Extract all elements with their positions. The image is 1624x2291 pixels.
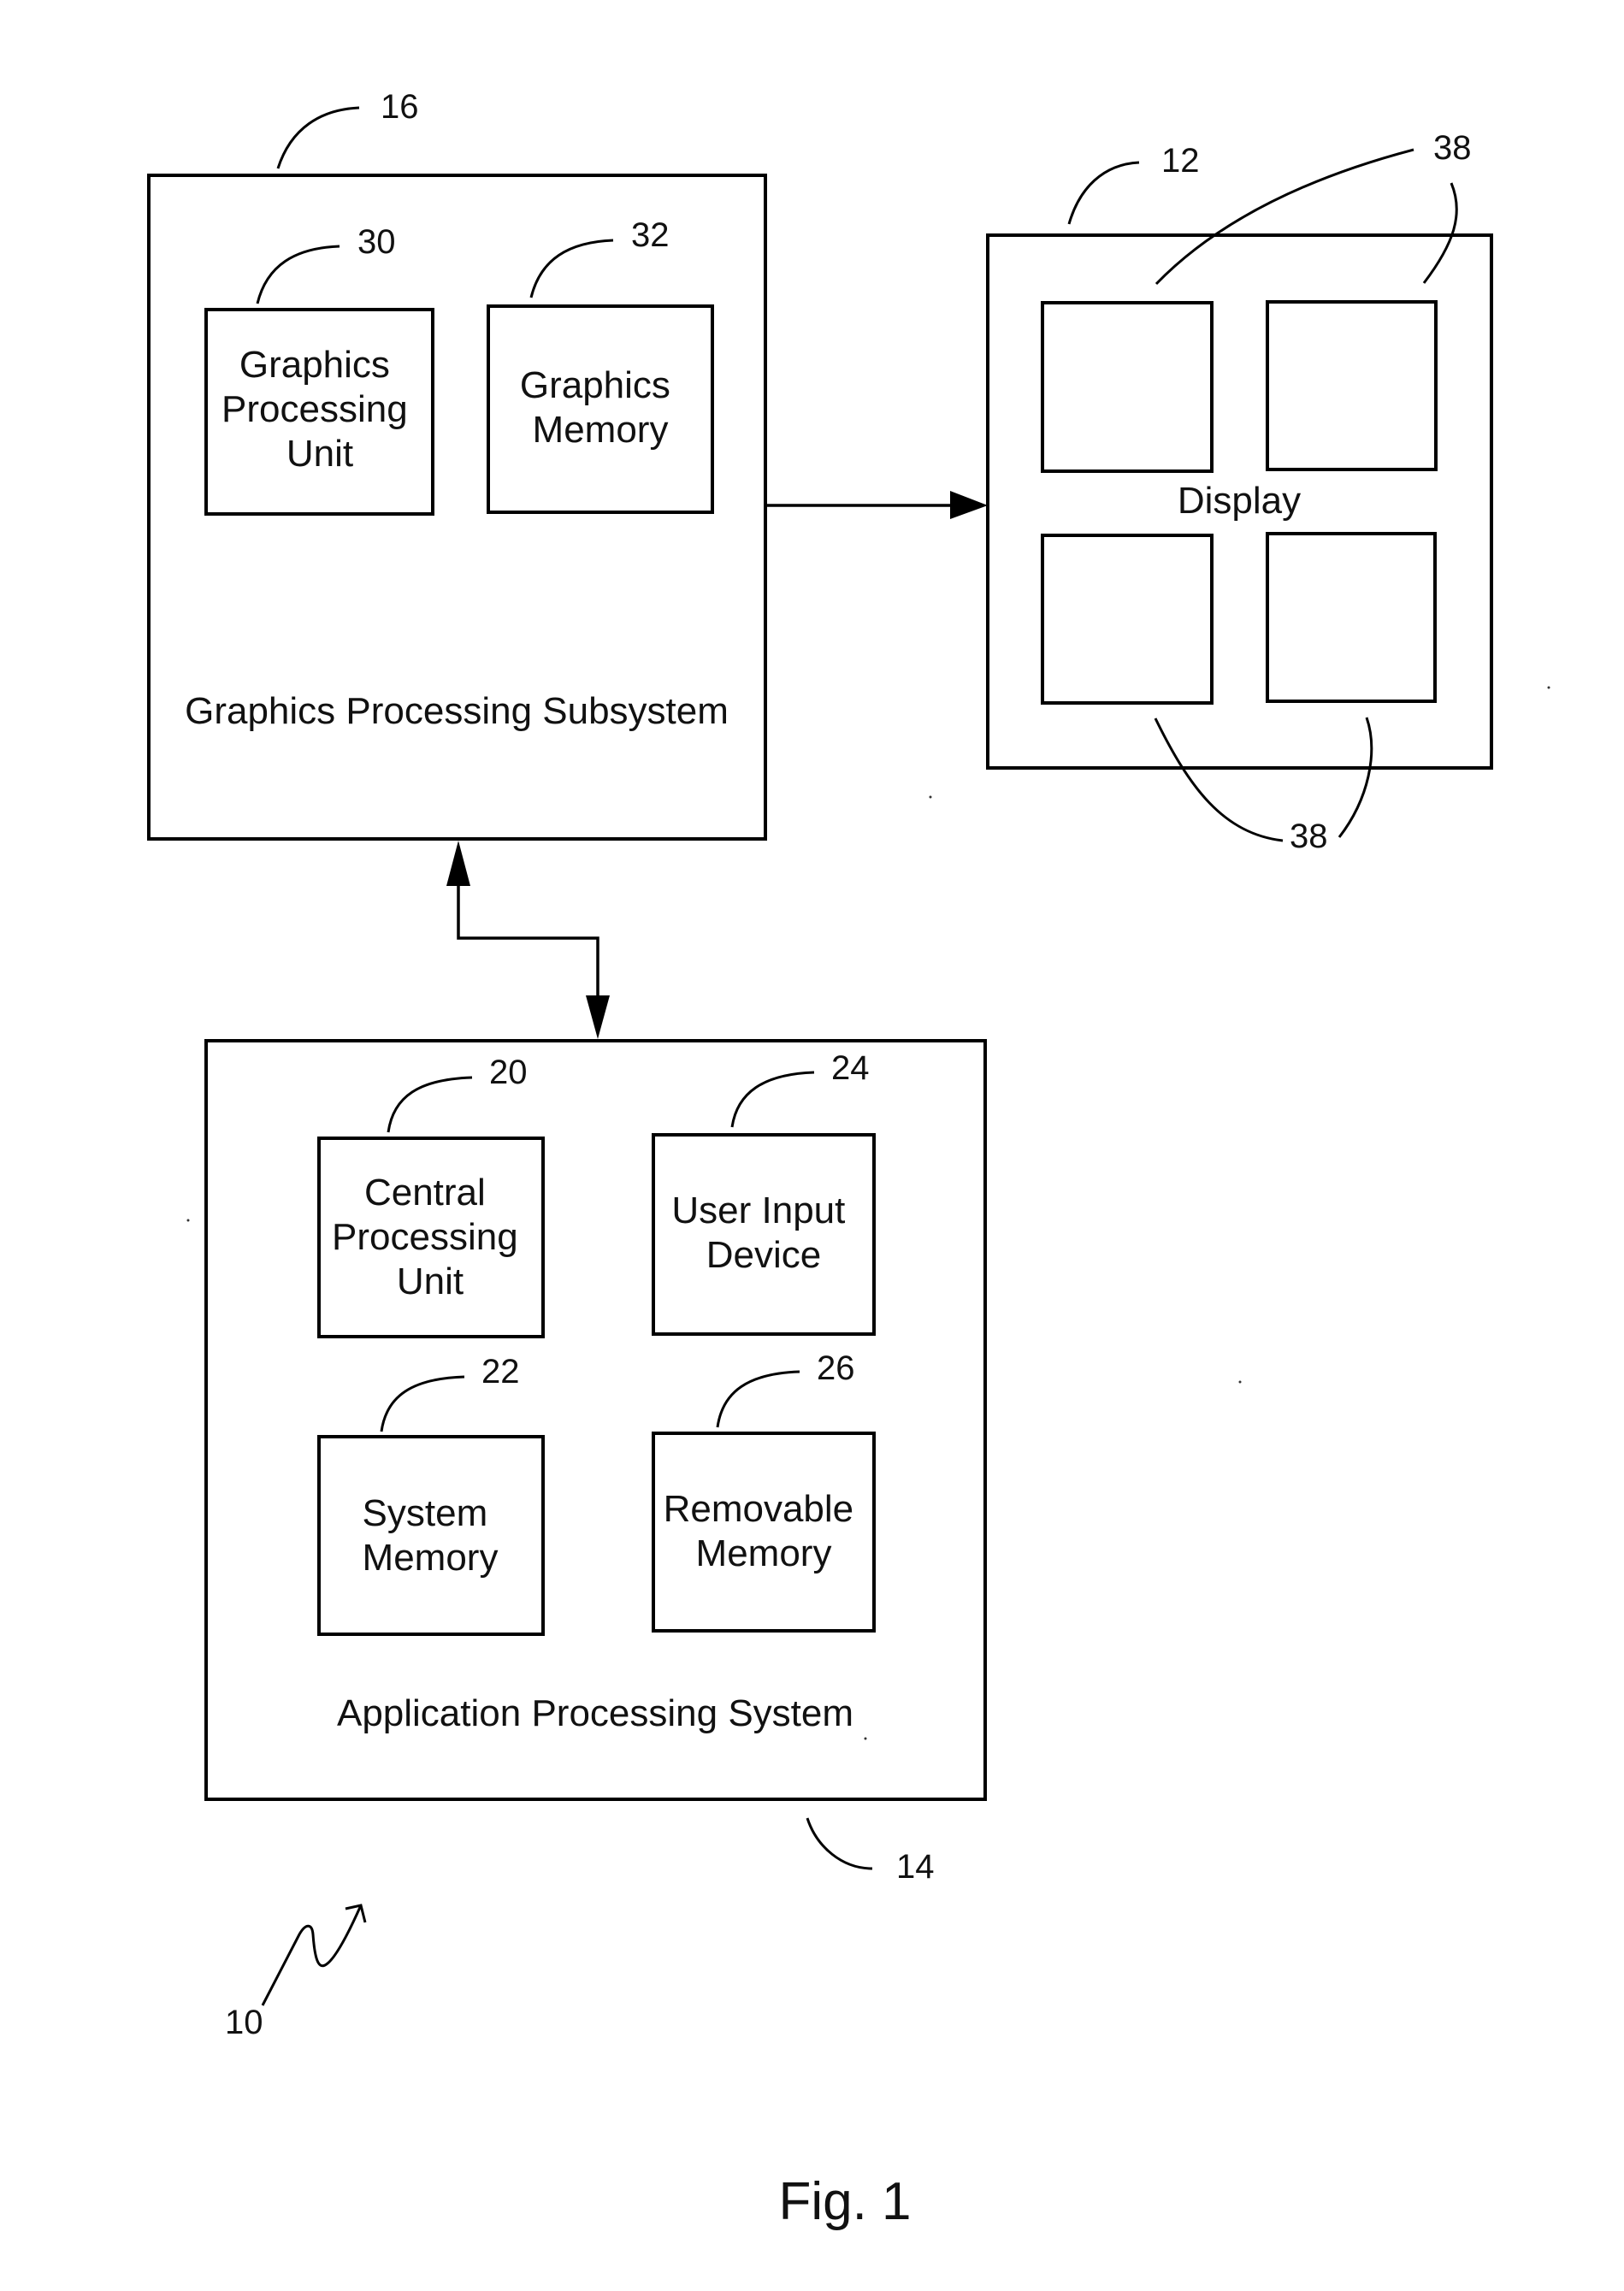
ref-number-12: 12 [1161, 142, 1200, 180]
ref-leader-14 [806, 1817, 873, 1870]
ref-number-22: 22 [481, 1353, 520, 1391]
ref-number-30: 30 [357, 223, 396, 261]
user-input-label: User Input Device [671, 1190, 855, 1276]
cpu-label-line-2: Processing [332, 1216, 518, 1258]
ref-squiggle-10 [261, 1904, 363, 2006]
arrow-head-up-icon [446, 841, 470, 886]
gpu-label: Graphics Processing Unit [221, 344, 418, 475]
central-processing-unit: Central Processing Unit 20 [317, 1054, 545, 1338]
ref-leader-22 [380, 1375, 465, 1432]
graphics-subsystem-label: Graphics Processing Subsystem [185, 690, 729, 732]
user-input-device: User Input Device 24 [652, 1049, 876, 1336]
display-region-bottom-right [1266, 532, 1437, 703]
ref-number-10: 10 [225, 2004, 263, 2041]
application-processing-system: Application Processing System 14 Central… [204, 1039, 987, 1886]
system-memory-box [317, 1435, 545, 1636]
ref-leader-12 [1067, 161, 1140, 225]
arrow-graphics-application-bidirectional [446, 841, 610, 1039]
ref-leader-32 [529, 239, 614, 298]
graphics-memory-label-line-2: Memory [533, 409, 669, 451]
graphics-memory: Graphics Memory 32 [487, 216, 714, 514]
ref-number-38-bottom: 38 [1290, 818, 1328, 855]
graphics-processing-unit: Graphics Processing Unit 30 [204, 223, 434, 516]
cpu-label-line-3: Unit [397, 1261, 464, 1302]
arrow-graphics-to-display [765, 491, 988, 519]
graphics-memory-label: Graphics Memory [520, 364, 681, 451]
gpu-label-line-2: Processing [221, 388, 408, 430]
connector-line [457, 881, 599, 1001]
scan-speck [186, 1219, 190, 1222]
scan-speck [1238, 1380, 1242, 1384]
gpu-label-line-3: Unit [286, 433, 353, 475]
ref-leader-20 [387, 1076, 473, 1133]
ref-leader-24 [730, 1071, 815, 1128]
arrow-head-right-icon [950, 491, 988, 519]
ref-leader-26 [716, 1370, 800, 1428]
removable-memory-label-line-1: Removable [664, 1488, 854, 1530]
ref-leader-16 [276, 106, 360, 169]
graphics-processing-subsystem: Graphics Processing Subsystem 16 Graphic… [147, 88, 767, 841]
system-memory-label: System Memory [363, 1492, 499, 1579]
user-input-label-line-2: Device [706, 1234, 822, 1276]
display: Display 12 38 38 [986, 129, 1493, 855]
system-memory-label-line-2: Memory [363, 1537, 499, 1579]
display-region-bottom-left [1041, 534, 1214, 705]
application-system-box [204, 1039, 987, 1801]
ref-leader-30 [256, 245, 340, 304]
display-label: Display [1178, 480, 1301, 522]
system-memory-label-line-1: System [363, 1492, 488, 1534]
ref-number-32: 32 [631, 216, 670, 254]
application-system-label: Application Processing System [337, 1692, 853, 1734]
cpu-label-line-1: Central [364, 1172, 486, 1213]
figure-caption: Fig. 1 [778, 2172, 911, 2231]
removable-memory-label: Removable Memory [664, 1488, 865, 1574]
system-memory: System Memory 22 [317, 1353, 545, 1636]
ref-number-24: 24 [831, 1049, 870, 1087]
removable-memory-label-line-2: Memory [696, 1532, 832, 1574]
cpu-label: Central Processing Unit [332, 1172, 529, 1302]
display-region-top-left [1041, 301, 1214, 473]
graphics-subsystem-box [147, 174, 767, 841]
scan-speck [929, 795, 932, 799]
ref-leader-38-bottom-right [1338, 717, 1373, 838]
gpu-label-line-1: Graphics [239, 344, 390, 386]
arrow-head-down-icon [586, 995, 610, 1039]
ref-number-16: 16 [381, 88, 419, 126]
ref-leader-38-bottom-left [1154, 717, 1284, 842]
ref-number-26: 26 [817, 1349, 855, 1387]
scan-speck [864, 1737, 867, 1740]
ref-number-20: 20 [489, 1054, 528, 1091]
block-diagram: Graphics Processing Subsystem 16 Graphic… [147, 88, 1550, 2231]
ref-number-14: 14 [896, 1848, 935, 1886]
user-input-label-line-1: User Input [671, 1190, 845, 1231]
system-reference: 10 [225, 1904, 367, 2041]
graphics-memory-label-line-1: Graphics [520, 364, 670, 406]
ref-leader-38-top-right [1422, 182, 1458, 284]
display-region-top-right [1266, 300, 1438, 471]
removable-memory: Removable Memory 26 [652, 1349, 876, 1633]
ref-number-38-top: 38 [1433, 129, 1472, 167]
scan-speck [1547, 686, 1550, 689]
